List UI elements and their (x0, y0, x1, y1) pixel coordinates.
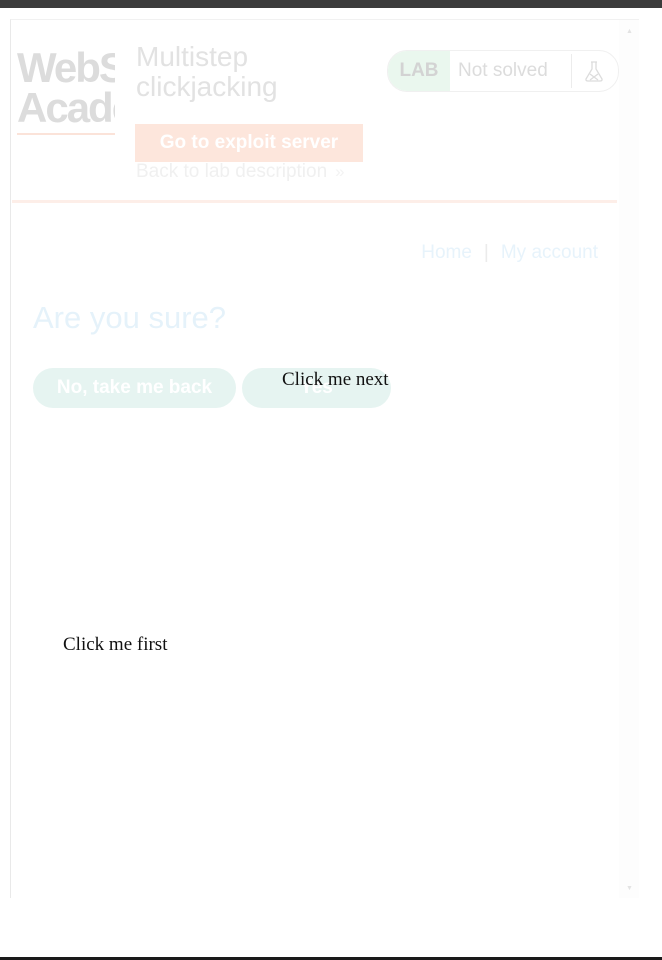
logo-line-1: WebS (17, 48, 115, 91)
scroll-up-arrow-icon[interactable]: ▲ (626, 28, 633, 35)
back-to-lab-description-link[interactable]: Back to lab description » (136, 161, 345, 183)
lab-status-widget: LAB Not solved (387, 50, 619, 92)
go-to-exploit-server-button[interactable]: Go to exploit server (135, 124, 363, 162)
lab-title: Multistep clickjacking (136, 41, 278, 102)
logo-underline (17, 133, 115, 135)
confirm-heading: Are you sure? (33, 300, 226, 335)
target-iframe[interactable]: ▲ ▼ WebS Acade Multistep clickjacking Go… (10, 19, 639, 898)
scrollbar[interactable]: ▲ ▼ (619, 20, 639, 898)
double-chevron-right-icon: » (335, 162, 345, 181)
lab-status-text: Not solved (458, 60, 548, 81)
no-take-me-back-button[interactable]: No, take me back (33, 368, 236, 408)
header-divider (12, 200, 617, 203)
academy-logo: WebS Acade (17, 48, 115, 140)
top-nav: Home | My account (421, 242, 598, 264)
nav-my-account-link[interactable]: My account (501, 242, 598, 263)
decoy-click-me-first[interactable]: Click me first (63, 634, 167, 656)
decoy-click-me-next[interactable]: Click me next (282, 369, 389, 391)
browser-top-bar (0, 0, 662, 8)
status-divider (571, 54, 572, 88)
scroll-down-arrow-icon[interactable]: ▼ (626, 885, 633, 892)
logo-line-2: Acade (17, 84, 115, 131)
back-link-label: Back to lab description (136, 161, 328, 182)
nav-separator: | (483, 242, 489, 263)
flask-icon (585, 61, 603, 82)
lab-badge: LAB (388, 51, 450, 91)
nav-home-link[interactable]: Home (421, 242, 472, 263)
